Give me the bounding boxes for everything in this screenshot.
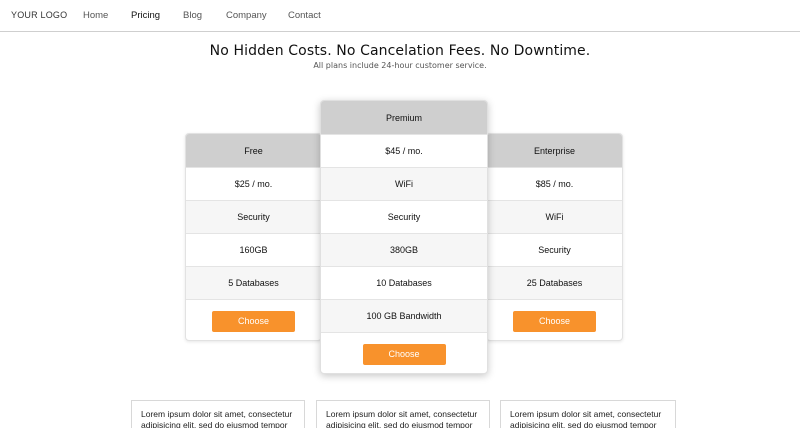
info-box-2: Lorem ipsum dolor sit amet, consectetur … <box>316 400 490 428</box>
plan-footer: Choose <box>186 299 321 340</box>
choose-enterprise-button[interactable]: Choose <box>513 310 596 332</box>
plan-card-premium: Premium $45 / mo. WiFi Security 380GB 10… <box>320 100 488 374</box>
plan-price: $85 / mo. <box>487 167 622 200</box>
plan-footer: Choose <box>321 332 487 373</box>
plan-footer: Choose <box>487 299 622 340</box>
plan-feature: 5 Databases <box>186 266 321 299</box>
plan-name: Free <box>186 134 321 167</box>
nav-link-pricing[interactable]: Pricing <box>131 10 160 21</box>
plan-name: Enterprise <box>487 134 622 167</box>
plan-feature: 100 GB Bandwidth <box>321 299 487 332</box>
plan-feature: 160GB <box>186 233 321 266</box>
plan-feature: 25 Databases <box>487 266 622 299</box>
page-title: No Hidden Costs. No Cancelation Fees. No… <box>209 43 591 59</box>
plan-feature: Security <box>321 200 487 233</box>
plan-feature: Security <box>487 233 622 266</box>
info-box-1: Lorem ipsum dolor sit amet, consectetur … <box>131 400 305 428</box>
plan-card-enterprise: Enterprise $85 / mo. WiFi Security 25 Da… <box>486 133 623 341</box>
plan-feature: WiFi <box>321 167 487 200</box>
nav-link-blog[interactable]: Blog <box>183 10 202 21</box>
top-nav: YOUR LOGO Home Pricing Blog Company Cont… <box>0 0 800 32</box>
nav-link-contact[interactable]: Contact <box>288 10 321 21</box>
plan-feature: Security <box>186 200 321 233</box>
plan-card-free: Free $25 / mo. Security 160GB 5 Database… <box>185 133 322 341</box>
plan-price: $25 / mo. <box>186 167 321 200</box>
plan-name: Premium <box>321 101 487 134</box>
plan-feature: 380GB <box>321 233 487 266</box>
page-subtitle: All plans include 24-hour customer servi… <box>313 61 487 70</box>
info-box-3: Lorem ipsum dolor sit amet, consectetur … <box>500 400 676 428</box>
logo[interactable]: YOUR LOGO <box>11 10 67 20</box>
nav-link-company[interactable]: Company <box>226 10 267 21</box>
nav-link-home[interactable]: Home <box>83 10 108 21</box>
choose-premium-button[interactable]: Choose <box>362 343 446 365</box>
plan-feature: WiFi <box>487 200 622 233</box>
plan-price: $45 / mo. <box>321 134 487 167</box>
choose-free-button[interactable]: Choose <box>212 310 295 332</box>
plan-feature: 10 Databases <box>321 266 487 299</box>
